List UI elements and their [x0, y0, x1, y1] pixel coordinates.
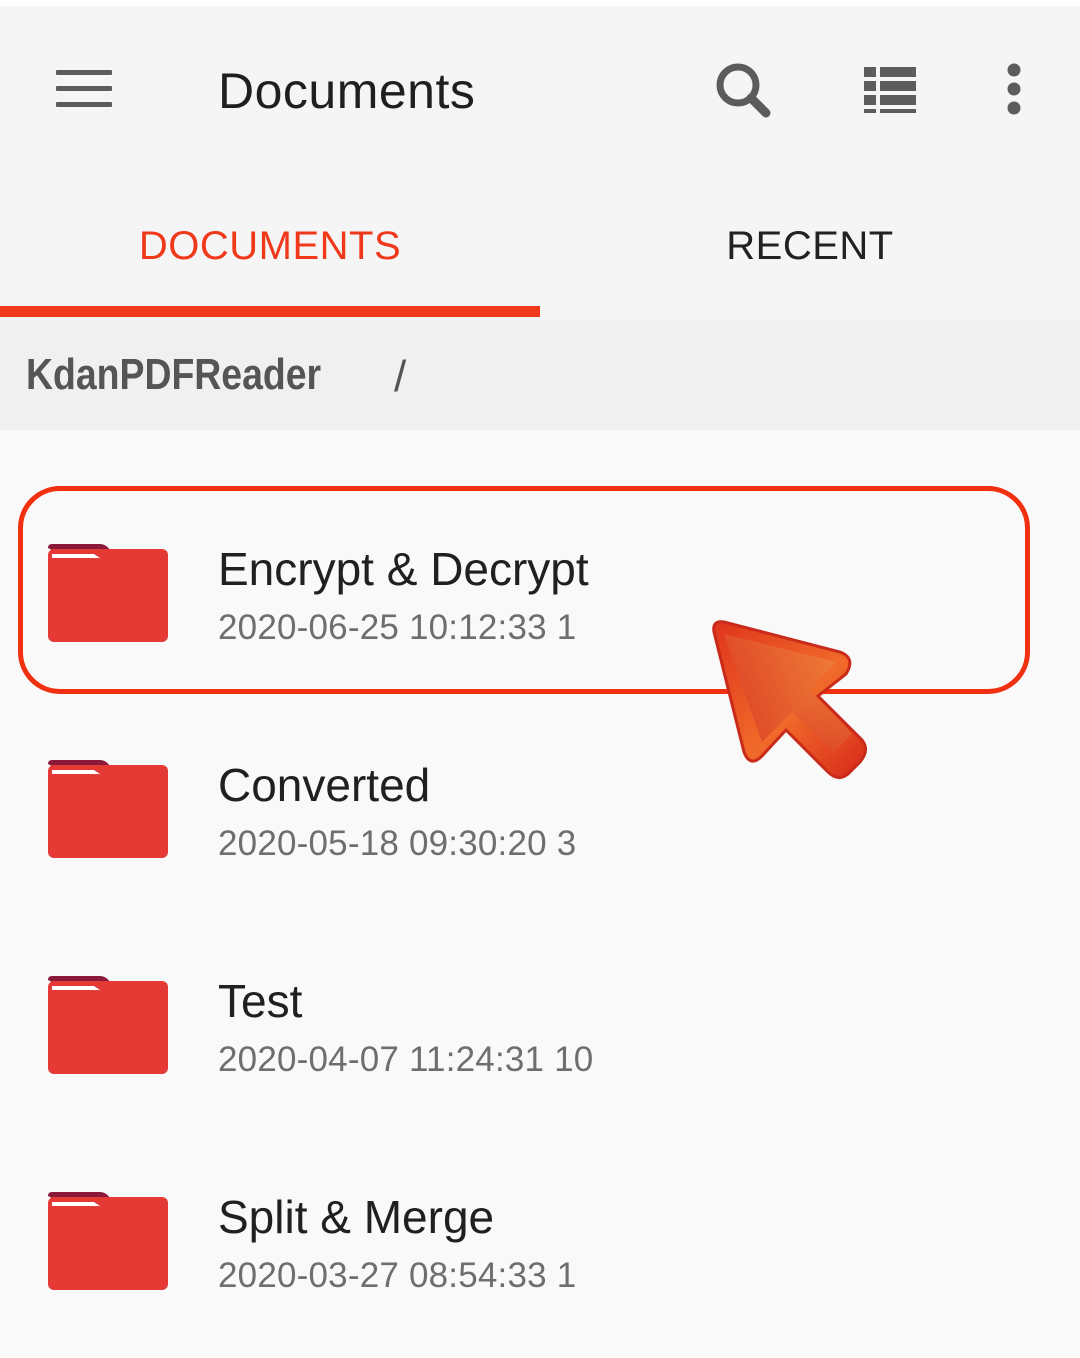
folder-date: 2020-03-27 08:54:33	[218, 1256, 547, 1295]
tab-documents[interactable]: DOCUMENTS	[0, 186, 540, 318]
status-strip	[0, 0, 1080, 6]
list-view-icon	[864, 67, 916, 113]
folder-meta: 2020-04-07 11:24:31 10	[218, 1040, 593, 1080]
folder-icon	[48, 760, 168, 858]
folder-count: 3	[556, 824, 577, 863]
folder-item-split-merge[interactable]: Split & Merge 2020-03-27 08:54:33 1	[0, 1078, 1080, 1296]
pointer-arrow-icon	[712, 620, 867, 779]
more-options-button[interactable]	[978, 54, 1050, 126]
folder-date: 2020-05-18 09:30:20	[218, 824, 547, 863]
breadcrumb-path[interactable]: KdanPDFReader	[26, 350, 321, 400]
folder-meta: 2020-05-18 09:30:20 3	[218, 824, 576, 864]
more-vert-icon	[1007, 63, 1021, 115]
app-bar: Documents DOCUMENTS RECENT	[0, 0, 1080, 320]
active-tab-indicator	[0, 306, 540, 317]
folder-name: Converted	[218, 759, 431, 811]
folder-date: 2020-04-07 11:24:31	[218, 1040, 545, 1079]
tab-recent[interactable]: RECENT	[540, 186, 1080, 318]
folder-name: Test	[218, 975, 303, 1027]
list-view-button[interactable]	[854, 54, 926, 126]
folder-icon	[48, 1192, 168, 1290]
breadcrumb: KdanPDFReader /	[0, 320, 1080, 430]
page-title: Documents	[218, 63, 476, 119]
folder-count: 1	[556, 1256, 577, 1295]
folder-count: 10	[554, 1040, 594, 1079]
folder-icon	[48, 976, 168, 1074]
search-button[interactable]	[706, 54, 778, 126]
breadcrumb-separator: /	[394, 352, 407, 401]
tab-bar: DOCUMENTS RECENT	[0, 186, 1080, 320]
search-icon	[716, 63, 771, 118]
folder-item-test[interactable]: Test 2020-04-07 11:24:31 10	[0, 862, 1080, 1080]
menu-button[interactable]	[44, 56, 124, 120]
folder-name: Split & Merge	[218, 1191, 495, 1243]
folder-meta: 2020-03-27 08:54:33 1	[218, 1256, 576, 1296]
